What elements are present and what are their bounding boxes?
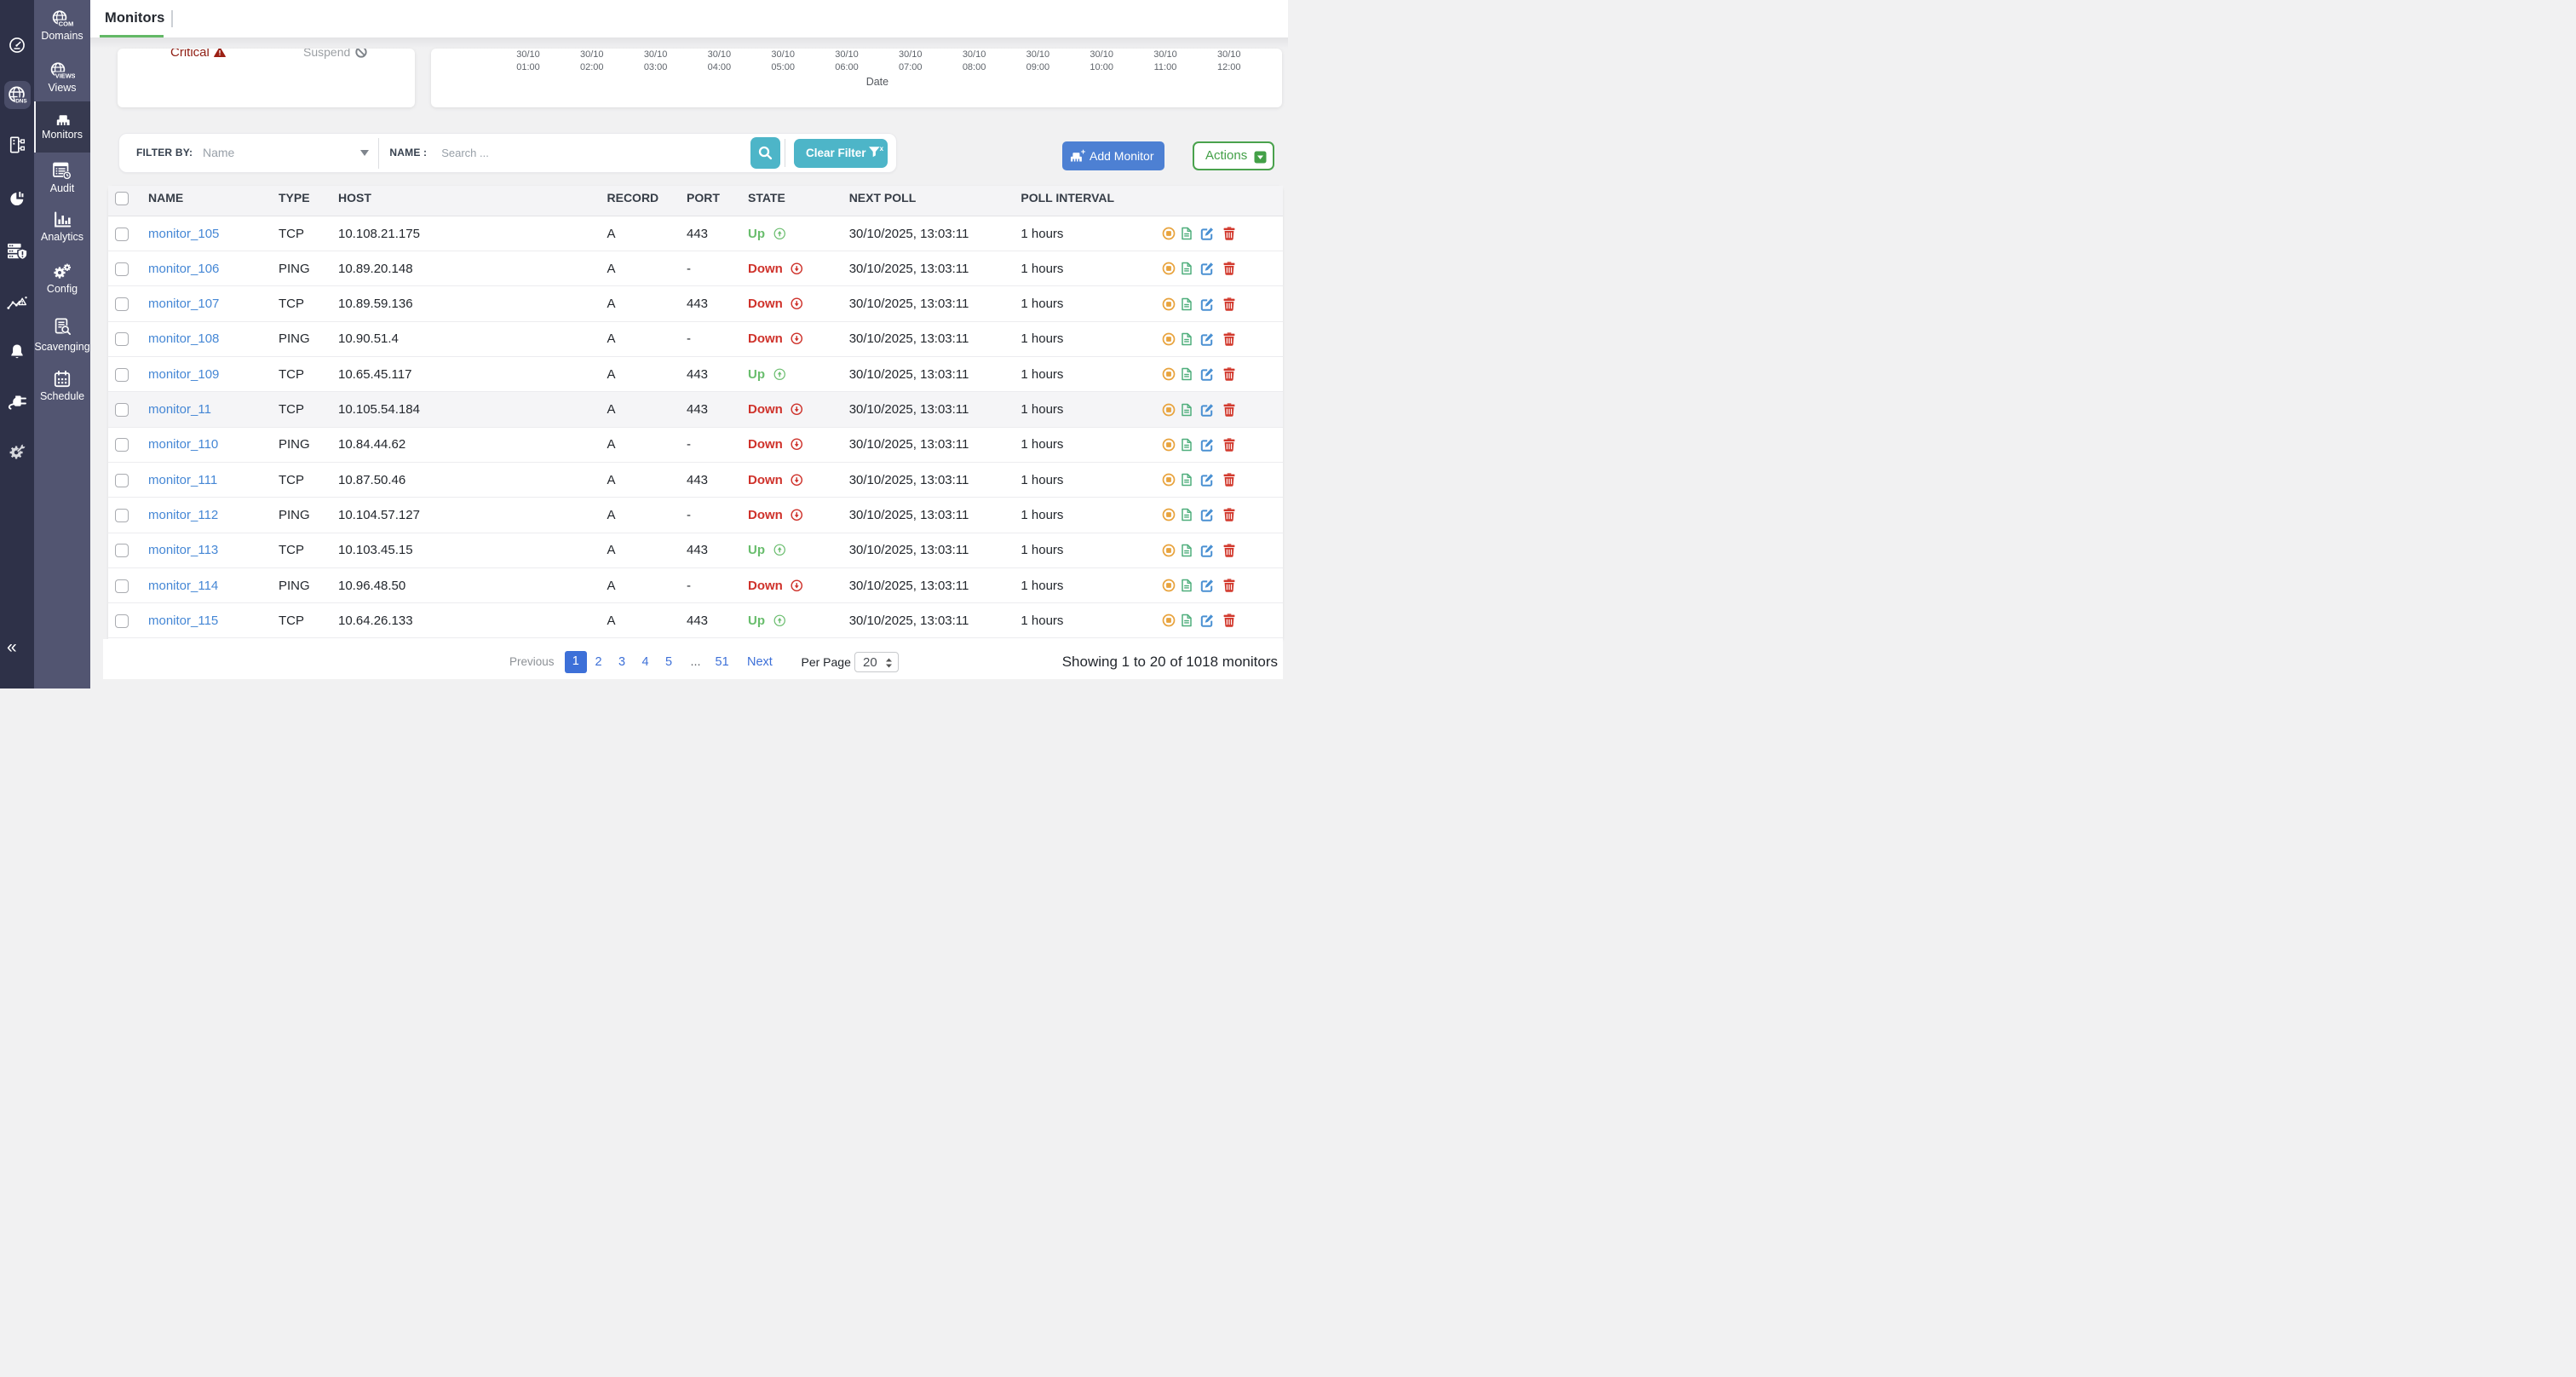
svg-text:VIEWS: VIEWS — [55, 72, 75, 79]
svg-text:COM: COM — [59, 20, 73, 27]
svg-text:+: + — [1081, 148, 1086, 157]
svg-text:x: x — [880, 146, 884, 153]
svg-text:DNS: DNS — [15, 98, 27, 104]
